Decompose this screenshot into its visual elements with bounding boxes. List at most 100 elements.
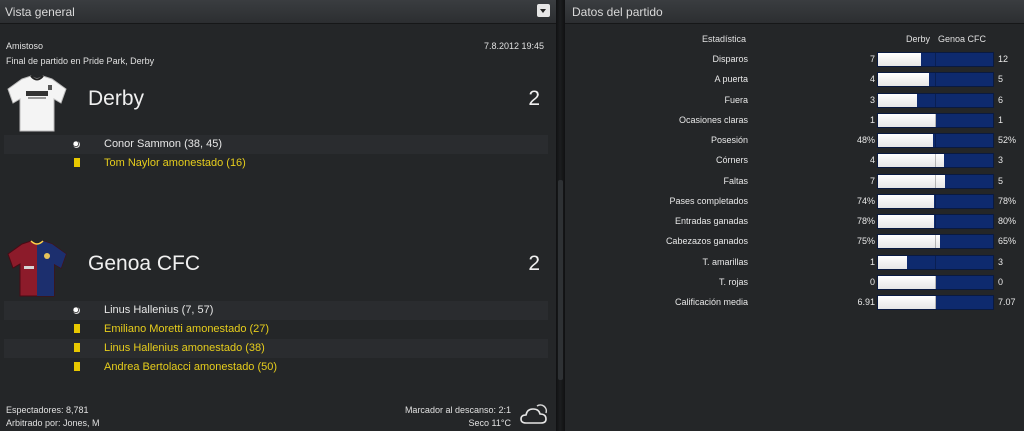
away-team-row: Genoa CFC 2 <box>4 236 548 300</box>
away-team-name[interactable]: Genoa CFC <box>88 252 200 276</box>
table-row: Pases completados 74% 78% <box>565 191 1024 211</box>
match-overview-panel: Vista general Amistoso 7.8.2012 19:45 Fi… <box>0 0 556 431</box>
attendance: Espectadores: 8,781 <box>6 405 89 415</box>
stat-home-value: 0 <box>869 276 875 287</box>
referee[interactable]: Arbitrado por: Jones, M <box>6 418 100 428</box>
stat-column-header: Estadística <box>702 34 747 44</box>
stat-home-value: 6.91 <box>857 297 875 307</box>
yellow-card-icon <box>74 324 80 333</box>
stat-label: Faltas <box>723 175 748 186</box>
yellow-card-icon <box>74 343 80 352</box>
stat-label: Entradas ganadas <box>674 216 748 226</box>
table-row: Fuera 3 6 <box>565 90 1024 110</box>
match-stats-panel: Datos del partido Estadística Derby Geno… <box>565 0 1024 431</box>
weather-text: Seco 11°C <box>468 418 511 428</box>
table-row: Disparos 7 12 <box>565 49 1024 69</box>
stat-home-value: 3 <box>869 94 875 105</box>
stats-title: Datos del partido <box>572 5 663 19</box>
stat-comparison-bar <box>877 72 994 88</box>
stat-away-value: 6 <box>998 94 1004 105</box>
stat-home-bar-fill <box>878 275 936 289</box>
stat-away-value: 1 <box>998 114 1004 125</box>
event-text[interactable]: Conor Sammon (38, 45) <box>104 138 222 150</box>
stat-label: T. rojas <box>718 276 748 287</box>
home-column-header: Derby <box>906 34 931 44</box>
stat-comparison-bar <box>877 112 994 128</box>
stat-comparison-bar <box>877 52 994 67</box>
stat-label: Calificación media <box>674 297 748 307</box>
stat-home-bar-fill <box>878 215 935 228</box>
stat-bar-midline <box>935 53 936 66</box>
stat-home-bar-fill <box>878 255 907 269</box>
list-item: Emiliano Moretti amonestado (27) <box>4 320 548 339</box>
stat-bar-midline <box>935 194 936 208</box>
stat-away-value: 3 <box>998 155 1004 166</box>
stat-away-value: 5 <box>998 74 1004 85</box>
yellow-card-icon <box>74 158 80 167</box>
home-team-score: 2 <box>528 87 540 110</box>
stat-bar-midline <box>935 275 936 289</box>
home-team-name[interactable]: Derby <box>88 87 144 111</box>
stat-away-value: 3 <box>998 256 1004 267</box>
stat-comparison-bar <box>877 214 994 229</box>
stat-away-value: 78% <box>998 195 1017 206</box>
stat-home-value: 4 <box>869 155 875 166</box>
stat-comparison-bar <box>877 234 994 250</box>
stat-comparison-bar <box>877 133 994 148</box>
stat-bar-midline <box>935 174 936 188</box>
stat-home-bar-fill <box>878 296 936 309</box>
stat-bar-midline <box>935 296 936 309</box>
away-column-header: Genoa CFC <box>938 34 987 44</box>
stat-away-value: 0 <box>998 276 1004 287</box>
stat-home-bar-fill <box>878 235 941 249</box>
event-text[interactable]: Andrea Bertolacci amonestado (50) <box>104 361 277 373</box>
stat-home-value: 7 <box>869 175 875 186</box>
table-row: T. amarillas 1 3 <box>565 252 1024 272</box>
list-item: Andrea Bertolacci amonestado (50) <box>4 358 548 377</box>
table-row: Cabezazos ganados 75% 65% <box>565 231 1024 251</box>
cloud-sun-icon <box>520 404 548 424</box>
stat-label: Cabezazos ganados <box>665 236 748 247</box>
stat-home-value: 4 <box>869 74 875 85</box>
panel-divider[interactable] <box>556 0 565 431</box>
stat-label: Ocasiones claras <box>678 114 748 125</box>
stat-home-bar-fill <box>878 113 936 127</box>
yellow-card-icon <box>74 362 80 371</box>
table-row: Córners 4 3 <box>565 150 1024 170</box>
stat-label: Córners <box>715 155 748 166</box>
stat-bar-midline <box>935 134 936 147</box>
event-text[interactable]: Tom Naylor amonestado (16) <box>104 157 246 169</box>
table-row: Faltas 7 5 <box>565 171 1024 191</box>
stat-bar-midline <box>935 235 936 249</box>
stat-comparison-bar <box>877 153 994 169</box>
away-events: Linus Hallenius (7, 57) Emiliano Moretti… <box>4 301 548 377</box>
stat-bar-midline <box>935 93 936 107</box>
stat-away-value: 5 <box>998 175 1004 186</box>
stat-home-value: 78% <box>856 216 875 226</box>
stat-away-value: 80% <box>998 216 1017 226</box>
table-row: Calificación media 6.91 7.07 <box>565 292 1024 312</box>
scrollbar[interactable] <box>558 180 563 380</box>
list-item: Tom Naylor amonestado (16) <box>4 154 548 173</box>
stat-comparison-bar <box>877 254 994 270</box>
home-shirt-icon <box>7 75 67 132</box>
stat-home-value: 75% <box>856 236 875 247</box>
stat-home-bar-fill <box>878 154 944 168</box>
chevron-down-icon[interactable] <box>537 4 550 17</box>
stat-label: A puerta <box>714 74 748 85</box>
event-text[interactable]: Linus Hallenius (7, 57) <box>104 304 213 316</box>
stat-comparison-bar <box>877 193 994 209</box>
stat-home-bar-fill <box>878 194 935 208</box>
stat-home-value: 74% <box>856 195 875 206</box>
stat-label: Pases completados <box>669 195 748 206</box>
stat-home-value: 1 <box>869 256 875 267</box>
stat-bar-midline <box>935 255 936 269</box>
list-item: Conor Sammon (38, 45) <box>4 135 548 154</box>
stat-home-value: 48% <box>856 135 875 145</box>
ball-icon <box>73 141 80 148</box>
overview-title: Vista general <box>5 5 75 19</box>
event-text[interactable]: Emiliano Moretti amonestado (27) <box>104 323 269 335</box>
stat-away-value: 65% <box>998 236 1017 247</box>
stat-label: Fuera <box>724 94 748 105</box>
event-text[interactable]: Linus Hallenius amonestado (38) <box>104 342 265 354</box>
